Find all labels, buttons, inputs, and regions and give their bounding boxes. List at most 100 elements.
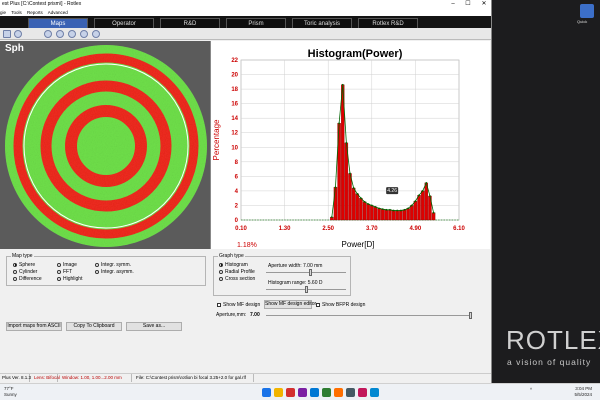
- radio-fft[interactable]: FFT: [57, 269, 72, 275]
- percent-note: 1.18%: [237, 242, 257, 249]
- rotlex-tagline: a vision of quality: [507, 357, 592, 367]
- status-window: Window: 1.00, 1.00...2.00 mm: [60, 374, 132, 382]
- histogram-point: [385, 208, 388, 211]
- taskbar-clock[interactable]: 3:04 PM 5/5/2024: [560, 386, 592, 398]
- taskbar-app-icon[interactable]: [358, 388, 367, 397]
- quick-app-icon[interactable]: [580, 4, 594, 18]
- settings-icon[interactable]: [80, 30, 88, 38]
- tab-rnd[interactable]: R&D: [160, 18, 220, 28]
- tab-rotlex-rnd[interactable]: Rotlex R&D: [358, 18, 418, 28]
- radio-icon: [219, 262, 223, 267]
- save-as-button[interactable]: Save as...: [126, 322, 182, 331]
- radio-icon: [13, 262, 17, 267]
- histogram-bar: [351, 187, 356, 221]
- taskbar-app-icon[interactable]: [370, 388, 379, 397]
- show-bfpr-design-checkbox[interactable]: Show BFPR design: [316, 302, 365, 308]
- radio-sphere[interactable]: Sphere: [13, 262, 35, 268]
- histogram-bar: [366, 203, 370, 221]
- info-icon[interactable]: [92, 30, 100, 38]
- aperture-mm-slider[interactable]: [266, 315, 470, 316]
- y-tick-label: 0: [235, 218, 239, 224]
- menu-item-advanced[interactable]: Advanced: [48, 10, 68, 15]
- histogram-bar: [362, 201, 367, 221]
- histogram-point: [407, 207, 410, 210]
- histogram-point: [399, 209, 402, 212]
- checkbox-icon: [316, 302, 320, 307]
- tab-prism[interactable]: Prism: [226, 18, 286, 28]
- taskbar-app-icon[interactable]: [322, 388, 331, 397]
- title-bar: est Plus [C:\Contest prism\] - Rotlex – …: [0, 0, 491, 9]
- histogram-bar: [391, 210, 396, 221]
- radio-cross-section[interactable]: Cross section: [219, 276, 255, 282]
- histogram-point: [352, 187, 355, 189]
- status-bar: Plus Ver. 8.1.3 Lens: Bifocal Window: 1.…: [0, 373, 491, 382]
- radio-image[interactable]: Image: [57, 262, 77, 268]
- radio-difference[interactable]: Difference: [13, 276, 42, 282]
- aperture-mm-label: Aperture,mm:: [216, 312, 247, 318]
- aperture-width-slider[interactable]: [266, 272, 346, 273]
- taskbar-app-icon[interactable]: [298, 388, 307, 397]
- histogram-bar: [384, 209, 389, 221]
- histogram-point: [432, 211, 435, 214]
- radio-radial-profile[interactable]: Radial Profile: [219, 269, 255, 275]
- aperture-mm-thumb[interactable]: [468, 312, 472, 319]
- taskbar-app-icon[interactable]: [286, 388, 295, 397]
- aperture-mm-value: 7.00: [250, 312, 260, 318]
- add-icon[interactable]: [14, 30, 22, 38]
- radio-icon: [13, 276, 17, 281]
- taskbar-app-icon[interactable]: [310, 388, 319, 397]
- grid-icon[interactable]: [56, 30, 64, 38]
- tool-icon[interactable]: [3, 30, 11, 38]
- y-tick-label: 6: [235, 174, 239, 180]
- menu-bar: gie Tools Reports Advanced: [0, 9, 491, 16]
- show-mf-design-editor-button[interactable]: Show MF design editor: [264, 300, 316, 309]
- histogram-point: [392, 209, 395, 212]
- tab-toric-analysis[interactable]: Toric analysis: [292, 18, 352, 28]
- aperture-width-thumb[interactable]: [308, 269, 312, 276]
- taskbar-app-icon[interactable]: [262, 388, 271, 397]
- show-mf-design-checkbox[interactable]: Show MF design: [217, 302, 260, 308]
- radio-cylinder[interactable]: Cylinder: [13, 269, 37, 275]
- histogram-point: [349, 172, 351, 175]
- menu-item-tools[interactable]: Tools: [11, 10, 22, 15]
- histogram-range-thumb[interactable]: [304, 286, 308, 293]
- status-version: Plus Ver. 8.1.3: [2, 374, 32, 382]
- x-tick-label: 2.50: [322, 226, 334, 232]
- toolbar: [0, 28, 491, 40]
- maximize-button[interactable]: ☐: [461, 0, 475, 9]
- histogram-point: [403, 208, 406, 211]
- tab-operator[interactable]: Operator: [94, 18, 154, 28]
- histogram-point: [396, 209, 399, 212]
- close-button[interactable]: ✕: [477, 0, 491, 9]
- taskbar-app-icon[interactable]: [346, 388, 355, 397]
- histogram-point: [338, 122, 340, 125]
- taskbar-app-icon[interactable]: [274, 388, 283, 397]
- x-axis-label: Power[D]: [342, 240, 375, 249]
- radio-integr-asymm[interactable]: Integr. asymm.: [95, 269, 134, 275]
- view-icon[interactable]: [68, 30, 76, 38]
- x-tick-label: 4.90: [410, 226, 422, 232]
- radio-integr-symm[interactable]: Integr. symm.: [95, 262, 131, 268]
- tab-maps[interactable]: Maps: [28, 18, 88, 28]
- y-tick-label: 8: [235, 160, 239, 166]
- menu-item-gie[interactable]: gie: [0, 10, 6, 15]
- histogram-bar: [417, 195, 421, 221]
- radio-histogram[interactable]: Histogram: [219, 262, 248, 268]
- annotation-label: 4.26: [387, 188, 397, 194]
- copy-clipboard-button[interactable]: Copy To Clipboard: [66, 322, 122, 331]
- minimize-button[interactable]: –: [446, 0, 460, 9]
- import-ascii-button[interactable]: Import maps from ASCII: [6, 322, 62, 331]
- histogram-panel: 0 2 4 6 8 10 12 14 16 18 20 22 0.10 1.30 2.50 3.70 4.90 6…: [210, 41, 490, 249]
- taskbar-app-icon[interactable]: [334, 388, 343, 397]
- menu-item-reports[interactable]: Reports: [27, 10, 43, 15]
- graph-type-title: Graph type: [218, 253, 245, 259]
- checkbox-icon: [217, 302, 221, 307]
- histogram-point: [334, 186, 337, 189]
- zoom-icon[interactable]: [44, 30, 52, 38]
- y-tick-label: 22: [231, 58, 238, 64]
- histogram-bar: [406, 208, 410, 221]
- y-tick-label: 14: [231, 116, 238, 122]
- radio-highlight[interactable]: Highlight: [57, 276, 82, 282]
- weather-widget[interactable]: 77°F Sunny: [4, 386, 17, 398]
- tray-chevron-icon[interactable]: ^: [530, 387, 532, 392]
